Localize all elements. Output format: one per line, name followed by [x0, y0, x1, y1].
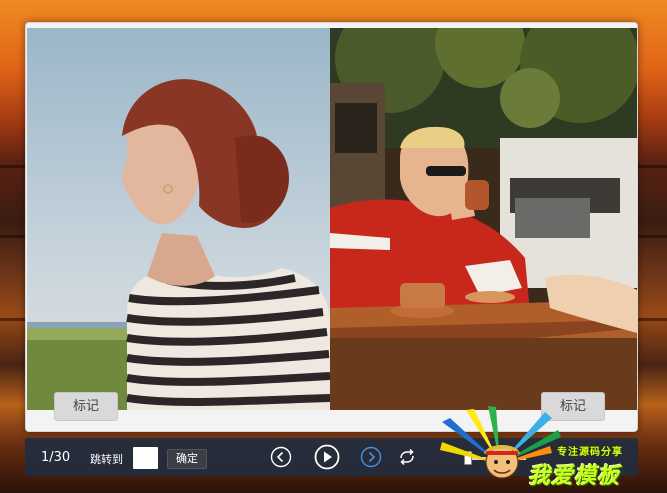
repeat-icon[interactable] [396, 446, 418, 468]
confirm-jump-button[interactable]: 确定 [167, 449, 207, 469]
watermark-tagline: 专注源码分享 [557, 447, 623, 458]
jump-to-label: 跳转到 [90, 453, 123, 466]
mark-button-left[interactable]: 标记 [54, 392, 118, 421]
watermark-site-name: 我爱模板 [528, 464, 621, 489]
chevron-right-icon[interactable] [360, 446, 382, 468]
jump-page-input[interactable] [133, 447, 158, 469]
image-viewer-panel: 标记 标记 [25, 22, 638, 432]
site-watermark-logo: 专注源码分享 我爱模板 [440, 406, 665, 492]
photo-left[interactable] [27, 28, 330, 410]
photo-right[interactable] [330, 28, 637, 410]
chevron-left-icon[interactable] [270, 446, 292, 468]
man-drinking-cafe-photo [330, 28, 637, 410]
page-counter: 1/30 [41, 450, 71, 465]
play-icon[interactable] [314, 444, 340, 470]
woman-striped-shirt-photo [27, 28, 330, 410]
